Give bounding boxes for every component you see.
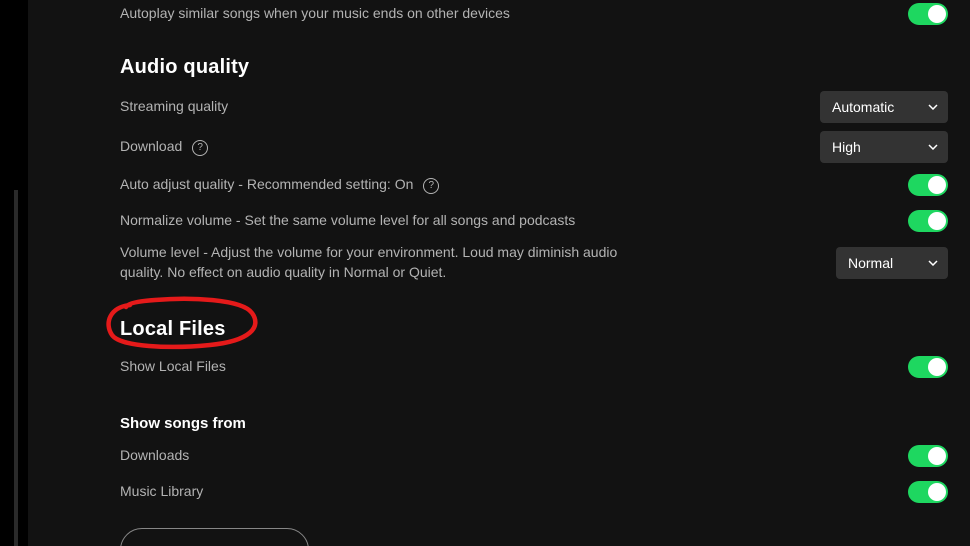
show-local-files-toggle[interactable] [908, 356, 948, 378]
help-icon[interactable]: ? [423, 178, 439, 194]
chevron-down-icon [928, 104, 938, 110]
auto-adjust-toggle[interactable] [908, 174, 948, 196]
auto-adjust-label-text: Auto adjust quality - Recommended settin… [120, 176, 413, 192]
chevron-down-icon [928, 260, 938, 266]
help-icon[interactable]: ? [192, 140, 208, 156]
setting-row-streaming-quality: Streaming quality Automatic [120, 87, 948, 127]
autoplay-label: Autoplay similar songs when your music e… [120, 4, 510, 24]
download-label-text: Download [120, 138, 182, 154]
source-music-library-toggle[interactable] [908, 481, 948, 503]
toggle-knob [928, 5, 946, 23]
download-label: Download ? [120, 137, 208, 157]
streaming-quality-value: Automatic [832, 99, 894, 115]
settings-panel: Autoplay similar songs when your music e… [28, 0, 970, 546]
volume-level-label: Volume level - Adjust the volume for you… [120, 243, 640, 282]
toggle-knob [928, 358, 946, 376]
setting-row-download-quality: Download ? High [120, 127, 948, 167]
source-label: Downloads [120, 446, 189, 466]
chevron-down-icon [928, 144, 938, 150]
download-quality-value: High [832, 139, 861, 155]
toggle-knob [928, 447, 946, 465]
setting-row-normalize: Normalize volume - Set the same volume l… [120, 203, 948, 239]
setting-row-auto-adjust: Auto adjust quality - Recommended settin… [120, 167, 948, 203]
audio-quality-heading: Audio quality [120, 56, 948, 79]
toggle-knob [928, 483, 946, 501]
toggle-knob [928, 176, 946, 194]
setting-row-show-local-files: Show Local Files [120, 349, 948, 385]
setting-row-source-music-library: Music Library [120, 474, 948, 510]
streaming-quality-label: Streaming quality [120, 97, 228, 117]
setting-row-source-downloads: Downloads [120, 438, 948, 474]
local-files-heading: Local Files [120, 318, 948, 341]
toggle-knob [928, 212, 946, 230]
volume-level-select[interactable]: Normal [836, 247, 948, 279]
autoplay-toggle[interactable] [908, 3, 948, 25]
normalize-label: Normalize volume - Set the same volume l… [120, 211, 575, 231]
normalize-toggle[interactable] [908, 210, 948, 232]
download-quality-select[interactable]: High [820, 131, 948, 163]
setting-row-volume-level: Volume level - Adjust the volume for you… [120, 239, 948, 286]
volume-level-value: Normal [848, 255, 893, 271]
setting-row-autoplay: Autoplay similar songs when your music e… [120, 0, 948, 32]
show-songs-from-heading: Show songs from [120, 415, 948, 432]
source-downloads-toggle[interactable] [908, 445, 948, 467]
source-label: Music Library [120, 482, 203, 502]
scrollbar-track[interactable] [14, 190, 18, 546]
auto-adjust-label: Auto adjust quality - Recommended settin… [120, 175, 439, 195]
add-a-source-button[interactable]: ADD A SOURCE [120, 528, 309, 546]
show-local-files-label: Show Local Files [120, 357, 226, 377]
streaming-quality-select[interactable]: Automatic [820, 91, 948, 123]
